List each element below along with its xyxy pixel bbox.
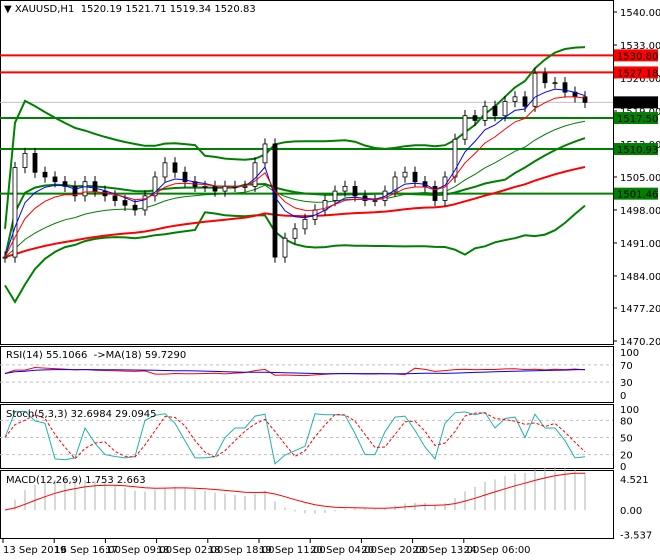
candle-body: [462, 115, 468, 140]
stoch-label: Stoch(5,3,3) 32.6984 29.0945: [6, 409, 157, 420]
low: 1519.34: [169, 4, 212, 15]
candle-body: [502, 101, 508, 117]
candle-body: [472, 115, 478, 121]
candle-body: [532, 72, 538, 107]
candle-body: [372, 200, 378, 202]
candle-body: [412, 171, 418, 183]
candle-body: [132, 204, 138, 211]
price-axis-label: 1540.00: [620, 8, 660, 19]
macd-label: MACD(12,26,9) 1.753 2.663: [6, 475, 146, 486]
macd-axis-label: -3.537: [620, 530, 652, 541]
candle-body: [32, 153, 38, 173]
candle-body: [102, 190, 108, 197]
stoch-axis-label: 0: [620, 462, 626, 473]
high: 1521.71: [125, 4, 167, 15]
candle-body: [202, 185, 208, 188]
candle-body: [92, 181, 98, 192]
time-axis-label: 24 Sep 06:00: [464, 545, 531, 556]
candle-body: [262, 143, 268, 164]
rsi-label: RSI(14) 55.1066 ->MA(18) 59.7290: [6, 350, 187, 361]
candle-body: [292, 228, 298, 239]
candle-body: [162, 162, 168, 178]
bollinger-lower: [4, 204, 586, 304]
chart-header: ▼ XAUUSD,H1 1520.19 1521.71 1519.34 1520…: [4, 4, 256, 15]
bollinger-upper: [4, 46, 586, 229]
candle-body: [272, 143, 278, 258]
pane-frame-0: [0, 0, 614, 345]
candle-body: [212, 185, 218, 192]
candle-body: [402, 171, 408, 178]
price-axis-label: 1491.00: [620, 239, 660, 250]
candle-body: [492, 105, 498, 117]
stoch-axis-label: 100: [620, 405, 639, 416]
symbol: XAUUSD,H1: [14, 4, 75, 15]
candle-body: [122, 200, 128, 206]
price-axis-label: 1498.00: [620, 206, 660, 217]
candle-body: [52, 176, 58, 183]
candle-body: [332, 190, 338, 201]
level-label-0: 1530.80: [617, 51, 658, 62]
level-label-3: 1510.93: [617, 145, 658, 156]
candle-body: [482, 105, 488, 121]
candle-body: [452, 138, 458, 178]
candle-body: [252, 162, 258, 187]
candle-body: [342, 185, 348, 192]
candle-body: [282, 237, 288, 258]
candle-body: [172, 162, 178, 173]
open: 1520.19: [80, 4, 123, 15]
stoch-axis-label: 80: [620, 416, 633, 427]
rsi-axis-label: 30: [620, 378, 633, 389]
candle-body: [12, 167, 18, 258]
close: 1520.83: [214, 4, 256, 15]
candle-body: [22, 153, 28, 168]
macd-axis-label: 0.00: [620, 506, 642, 517]
level-label-4: 1501.46: [617, 190, 658, 201]
rsi-axis-label: 100: [620, 348, 639, 359]
stoch-axis-label: 50: [620, 434, 633, 445]
candle-body: [302, 218, 308, 230]
rsi-axis-label: 0: [620, 391, 626, 402]
candle-body: [512, 96, 518, 102]
level-label-1: 1527.18: [617, 68, 658, 79]
chart-window[interactable]: 1540.001533.001526.001519.001512.001505.…: [0, 0, 660, 560]
level-label-2: 1517.50: [617, 114, 658, 125]
current-price-label: 1520.83: [617, 98, 658, 109]
price-axis-label: 1484.00: [620, 272, 660, 283]
candle-body: [2, 256, 8, 259]
candle-body: [522, 96, 528, 107]
candle-body: [82, 181, 88, 197]
candle-body: [42, 171, 48, 178]
candle-body: [222, 185, 228, 192]
price-axis-label: 1477.20: [620, 304, 660, 315]
stoch-axis-label: 20: [620, 451, 633, 462]
candle-body: [352, 185, 358, 197]
candle-body: [542, 72, 548, 84]
macd-axis-label: 4.521: [620, 475, 649, 486]
candle-body: [112, 195, 118, 201]
price-axis-label: 1470.20: [620, 337, 660, 348]
price-axis-label: 1505.00: [620, 173, 660, 184]
candle-body: [442, 176, 448, 201]
rsi-axis-label: 70: [620, 361, 633, 372]
candle-body: [552, 82, 558, 85]
